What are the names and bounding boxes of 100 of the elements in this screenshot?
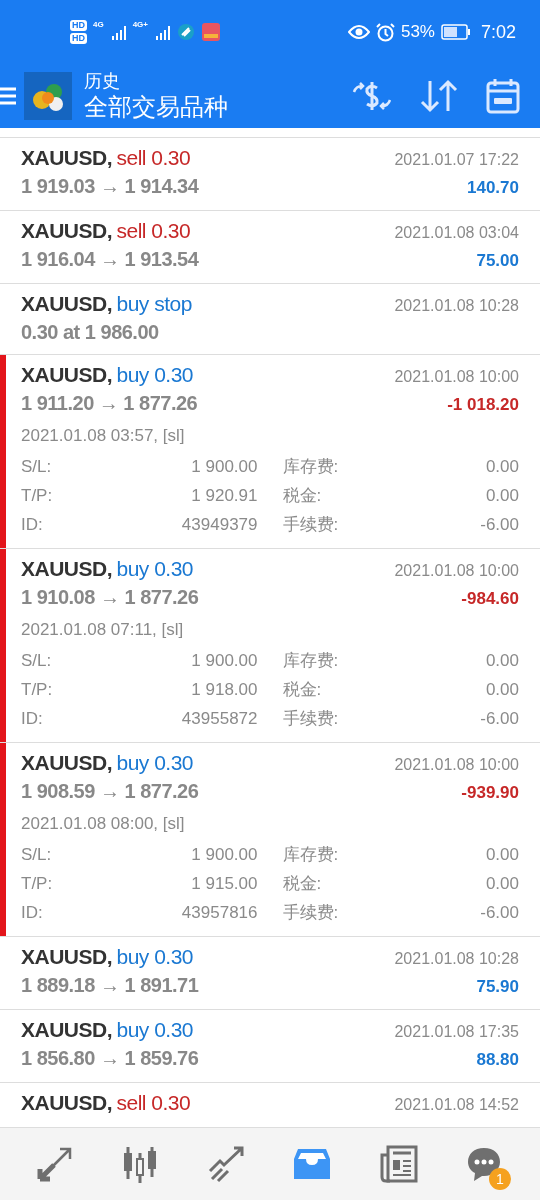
trade-time: 2021.01.08 10:28: [394, 949, 519, 969]
price-range: 1 889.18 → 1 891.71: [21, 973, 199, 998]
sim-label: HD: [70, 20, 87, 31]
screen-title: 历史: [84, 70, 121, 92]
order-type: sell 0.30: [116, 1091, 191, 1114]
profit-value: 88.80: [476, 1049, 519, 1071]
detail-value: 43955872: [181, 708, 258, 730]
detail-label: 手续费:: [282, 514, 339, 536]
detail-label: 税金:: [282, 679, 322, 701]
detail-label: 手续费:: [282, 902, 339, 924]
trade-row[interactable]: XAUUSD, buy 0.30 2021.01.08 10:00 1 911.20 → 1 877.26 -1 018.20 2021.01.08 03:57, [sl] S/L: 1 900.00 库存费: 0.00 T/P: 1 920.91 税金: 0.00 ID: 43949379 手续费: -6.00: [6, 355, 540, 548]
detail-label: 手续费:: [282, 708, 339, 730]
detail-label: ID:: [21, 902, 43, 924]
clock-time: 7:02: [480, 21, 516, 43]
app-icon: [201, 22, 221, 42]
trade-time: 2021.01.08 03:04: [394, 223, 519, 243]
close-note: 2021.01.08 08:00, [sl]: [21, 813, 186, 835]
network-type: 4G: [93, 20, 104, 29]
alarm-icon: [375, 22, 395, 42]
trade-row[interactable]: XAUUSD, buy stop 2021.01.08 10:28 0.30 at 1 986.00: [0, 284, 540, 354]
order-type: sell 0.30: [116, 219, 191, 242]
detail-value: 0.00: [485, 679, 519, 701]
trade-time: 2021.01.08 10:00: [394, 367, 519, 387]
symbol-label: XAUUSD,: [21, 363, 112, 386]
battery-percent: 53%: [400, 22, 435, 42]
order-type: buy 0.30: [116, 557, 194, 580]
detail-value: 0.00: [485, 456, 519, 478]
trade-time: 2021.01.08 10:28: [394, 296, 519, 316]
detail-label: ID:: [21, 514, 43, 536]
trade-row[interactable]: XAUUSD, sell 0.30 2021.01.08 14:52: [0, 1083, 540, 1127]
detail-label: S/L:: [21, 650, 52, 672]
sort-icon[interactable]: [420, 79, 458, 113]
trade-row[interactable]: XAUUSD, buy 0.30 2021.01.08 17:35 1 856.80 → 1 859.76 88.80: [0, 1010, 540, 1082]
symbol-label: XAUUSD,: [21, 219, 112, 242]
detail-value: 1 900.00: [191, 650, 258, 672]
symbol-label: XAUUSD,: [21, 557, 112, 580]
trade-time: 2021.01.08 10:00: [394, 755, 519, 775]
symbol-label: XAUUSD,: [21, 292, 112, 315]
newspaper-icon: [380, 1145, 418, 1183]
detail-label: 税金:: [282, 485, 322, 507]
app-logo-icon: [24, 72, 72, 120]
symbol-label: XAUUSD,: [21, 945, 112, 968]
currency-exchange-icon[interactable]: [352, 80, 392, 112]
trade-time: 2021.01.07 17:22: [394, 150, 519, 170]
detail-label: T/P:: [21, 679, 53, 701]
profit-value: -1 018.20: [447, 394, 519, 416]
signal-icon: [154, 23, 171, 41]
close-note: 2021.01.08 03:57, [sl]: [21, 425, 186, 447]
calendar-icon[interactable]: [486, 78, 520, 114]
symbol-label: XAUUSD,: [21, 1091, 112, 1114]
order-type: buy 0.30: [116, 751, 194, 774]
symbol-label: XAUUSD,: [21, 1018, 112, 1041]
trade-row[interactable]: XAUUSD, buy 0.30 2021.01.08 10:00 1 910.08 → 1 877.26 -984.60 2021.01.08 07:11, [sl] S/L: 1 900.00 库存费: 0.00 T/P: 1 918.00 税金: 0.00 ID: 43955872 手续费: -6.00: [6, 549, 540, 742]
trade-arrows-icon: [36, 1145, 74, 1183]
price-range: 1 910.08 → 1 877.26: [21, 585, 199, 610]
detail-value: 43957816: [181, 902, 258, 924]
network-type: 4G+: [132, 20, 148, 29]
eye-icon: [347, 24, 370, 40]
menu-icon[interactable]: [0, 87, 16, 105]
detail-label: 库存费:: [282, 456, 339, 478]
symbol-label: XAUUSD,: [21, 146, 112, 169]
profit-value: -984.60: [461, 588, 519, 610]
trade-row[interactable]: XAUUSD, sell 0.30 2021.01.07 17:22 1 919.03 → 1 914.34 140.70: [0, 138, 540, 210]
order-type: buy 0.30: [116, 363, 194, 386]
price-range: 1 856.80 → 1 859.76: [21, 1046, 199, 1071]
detail-value: -6.00: [480, 708, 519, 730]
close-note: 2021.01.08 07:11, [sl]: [21, 619, 185, 641]
detail-value: 1 918.00: [191, 679, 258, 701]
trade-time: 2021.01.08 14:52: [394, 1095, 519, 1115]
detail-value: 1 915.00: [191, 873, 258, 895]
detail-value: 1 920.91: [191, 485, 258, 507]
detail-value: 43949379: [181, 514, 258, 536]
detail-label: 税金:: [282, 873, 322, 895]
detail-value: 0.00: [485, 485, 519, 507]
price-range: 1 911.20 → 1 877.26: [21, 391, 198, 416]
profit-value: 140.70: [467, 177, 519, 199]
trade-row[interactable]: XAUUSD, buy 0.30 2021.01.08 10:28 1 889.18 → 1 891.71 75.90: [0, 937, 540, 1009]
battery-icon: [440, 24, 471, 40]
trade-time: 2021.01.08 10:00: [394, 561, 519, 581]
notification-badge: 1: [489, 1168, 511, 1190]
detail-label: S/L:: [21, 844, 52, 866]
order-type: sell 0.30: [116, 146, 191, 169]
profit-value: -939.90: [461, 782, 519, 804]
symbol-label: XAUUSD,: [21, 751, 112, 774]
app-icon: [177, 23, 195, 41]
detail-value: -6.00: [480, 902, 519, 924]
price-range: 1 919.03 → 1 914.34: [21, 174, 199, 199]
detail-label: T/P:: [21, 873, 53, 895]
trend-chart-icon: [208, 1145, 246, 1183]
detail-value: 0.00: [485, 650, 519, 672]
symbol-filter[interactable]: 全部交易品种: [84, 92, 352, 122]
profit-value: 75.90: [476, 976, 519, 998]
order-type: buy 0.30: [116, 1018, 194, 1041]
detail-label: 库存费:: [282, 650, 339, 672]
trade-row[interactable]: XAUUSD, buy 0.30 2021.01.08 10:00 1 908.59 → 1 877.26 -939.90 2021.01.08 08:00, [sl] S/L: 1 900.00 库存费: 0.00 T/P: 1 915.00 税金: 0.00 ID: 43957816 手续费: -6.00: [6, 743, 540, 936]
trade-row[interactable]: XAUUSD, sell 0.30 2021.01.08 03:04 1 916.04 → 1 913.54 75.00: [0, 211, 540, 283]
detail-value: 1 900.00: [191, 456, 258, 478]
detail-value: 0.00: [485, 873, 519, 895]
detail-label: ID:: [21, 708, 43, 730]
detail-label: S/L:: [21, 456, 52, 478]
